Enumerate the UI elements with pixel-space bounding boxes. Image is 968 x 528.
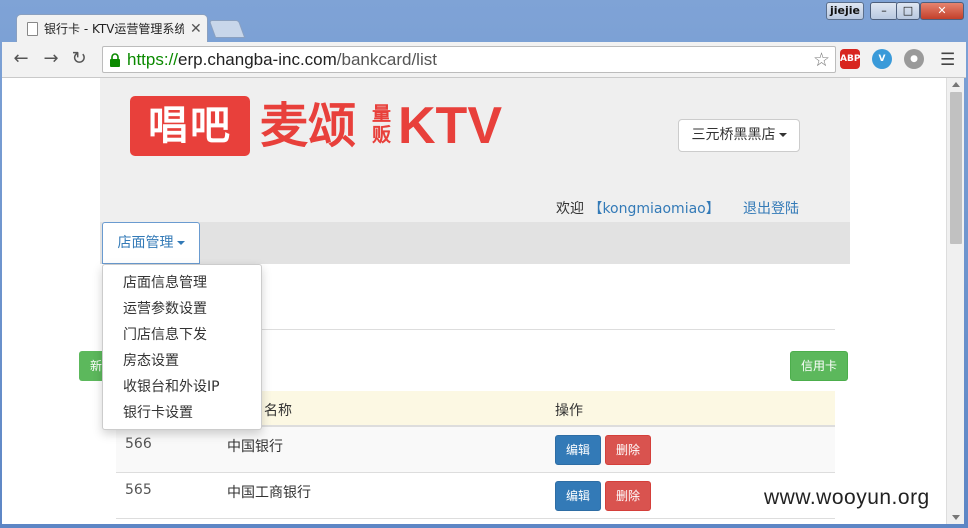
delete-button[interactable]: 删除	[605, 435, 651, 465]
new-tab-button[interactable]	[208, 20, 246, 38]
reload-icon[interactable]: ↻	[68, 49, 90, 71]
globe-icon[interactable]: ●	[904, 49, 924, 69]
bookmark-star-icon[interactable]: ☆	[813, 49, 830, 71]
logo-brand: 麦颂	[260, 98, 357, 154]
close-tab-icon[interactable]: ✕	[190, 21, 202, 37]
page-icon	[27, 21, 38, 36]
vertical-scrollbar[interactable]	[946, 78, 964, 524]
logout-link[interactable]: 退出登陆	[743, 198, 799, 218]
main-navbar: 店面管理	[100, 222, 850, 264]
logo-changba: 唱吧	[130, 96, 250, 156]
browser-tab[interactable]: 银行卡 - KTV运营管理系统 ✕	[16, 14, 208, 42]
lock-icon	[110, 53, 120, 67]
header-operation: 操作	[555, 403, 583, 419]
store-management-menu: 店面信息管理 运营参数设置 门店信息下发 房态设置 收银台和外设IP 银行卡设置	[102, 264, 262, 430]
scroll-thumb[interactable]	[950, 92, 962, 244]
scroll-up-icon[interactable]	[952, 82, 960, 87]
edit-button[interactable]: 编辑	[555, 481, 601, 511]
store-management-dropdown[interactable]: 店面管理	[102, 222, 200, 264]
maximize-icon[interactable]: □	[896, 2, 920, 20]
menu-icon[interactable]: ☰	[940, 50, 955, 70]
header-name: 名称	[264, 403, 292, 419]
tab-title: 银行卡 - KTV运营管理系统	[44, 22, 184, 36]
profile-badge[interactable]: jiejie	[826, 2, 864, 20]
caret-down-icon	[778, 133, 787, 137]
menu-item-store-info-dispatch[interactable]: 门店信息下发	[103, 323, 261, 349]
abp-icon[interactable]: ABP	[840, 49, 860, 69]
store-select[interactable]: 三元桥黑黑店	[678, 119, 800, 152]
page-viewport: 唱吧 麦颂 量贩 KTV 三元桥黑黑店 欢迎 【kongmiaomiao】 退出…	[2, 78, 946, 524]
table-row: 566 中国银行 编辑 删除	[116, 427, 835, 473]
forward-icon[interactable]: →	[40, 49, 62, 71]
menu-item-operation-params[interactable]: 运营参数设置	[103, 297, 261, 323]
v-icon[interactable]: V	[872, 49, 892, 69]
close-window-icon[interactable]: ✕	[920, 2, 964, 20]
url-text: https://erp.changba-inc.com/bankcard/lis…	[127, 50, 437, 69]
cell-id: 566	[125, 436, 152, 452]
cell-id: 565	[125, 482, 152, 498]
edit-button[interactable]: 编辑	[555, 435, 601, 465]
username-link[interactable]: 【kongmiaomiao】	[588, 201, 719, 217]
minimize-icon[interactable]: –	[870, 2, 898, 20]
welcome-text: 欢迎 【kongmiaomiao】	[556, 201, 720, 217]
address-bar[interactable]: https://erp.changba-inc.com/bankcard/lis…	[102, 46, 836, 73]
watermark: www.wooyun.org	[764, 486, 930, 509]
table-body: 566 中国银行 编辑 删除 565 中国工商银行 编辑 删除	[116, 427, 835, 519]
back-icon[interactable]: ←	[10, 49, 32, 71]
menu-item-room-status[interactable]: 房态设置	[103, 349, 261, 375]
credit-card-button[interactable]: 信用卡	[790, 351, 848, 381]
window-bottom-border	[0, 524, 968, 528]
menu-item-store-info[interactable]: 店面信息管理	[103, 271, 261, 297]
logo-small-text: 量贩	[372, 103, 392, 146]
menu-item-cashier-ip[interactable]: 收银台和外设IP	[103, 375, 261, 401]
browser-toolbar: ← → ↻ https://erp.changba-inc.com/bankca…	[2, 42, 966, 78]
caret-down-icon	[176, 241, 185, 245]
add-button[interactable]: 新增	[79, 351, 103, 381]
logo-ktv: KTV	[398, 97, 502, 155]
scroll-down-icon[interactable]	[952, 515, 960, 520]
table-row: 565 中国工商银行 编辑 删除	[116, 473, 835, 519]
site-header: 唱吧 麦颂 量贩 KTV 三元桥黑黑店 欢迎 【kongmiaomiao】 退出…	[100, 78, 850, 222]
menu-item-bankcard-settings[interactable]: 银行卡设置	[103, 401, 261, 427]
cell-name: 中国工商银行	[227, 485, 311, 501]
delete-button[interactable]: 删除	[605, 481, 651, 511]
cell-name: 中国银行	[227, 439, 283, 455]
